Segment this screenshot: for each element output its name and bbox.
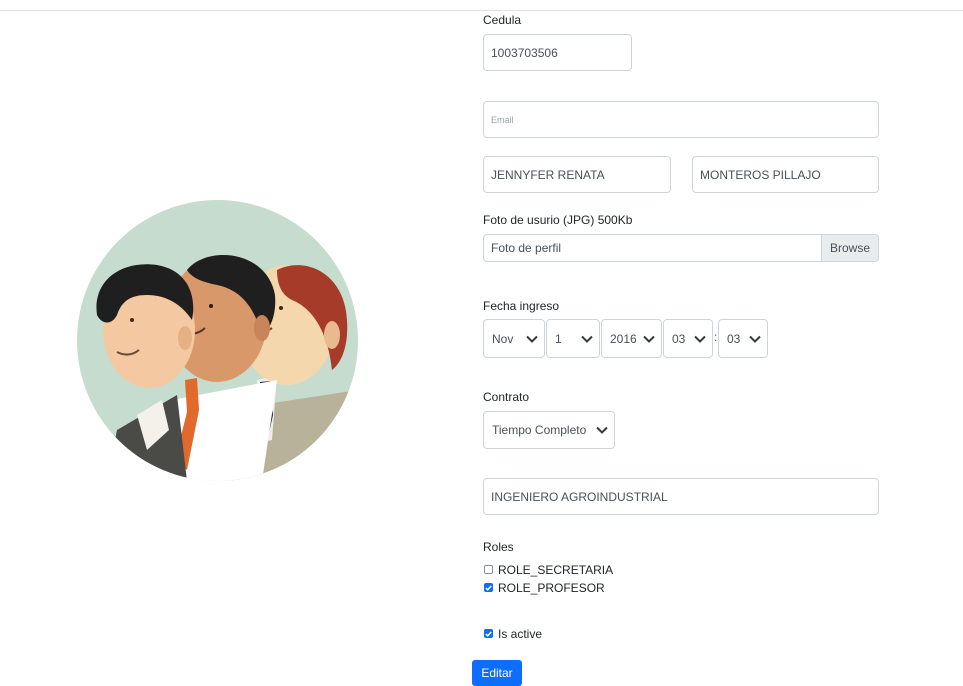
last-name-value: MONTEROS PILLAJO: [700, 167, 821, 182]
fecha-label: Fecha ingreso: [483, 299, 560, 313]
role-secretaria-checkbox[interactable]: [484, 565, 493, 574]
role-secretaria-label: ROLE_SECRETARIA: [498, 563, 614, 577]
check-icon: [485, 630, 492, 637]
browse-button[interactable]: Browse: [821, 235, 878, 261]
check-icon: [485, 584, 492, 591]
email-placeholder: Email: [491, 114, 514, 125]
year-select[interactable]: 2016: [601, 319, 662, 358]
hour-select[interactable]: 03: [663, 319, 713, 358]
month-select[interactable]: Nov: [483, 319, 545, 358]
active-label: Is active: [498, 627, 543, 641]
active-checkbox[interactable]: [484, 629, 493, 638]
header-divider: [0, 10, 963, 11]
chevron-down-icon: [526, 335, 538, 343]
titulo-input[interactable]: INGENIERO AGROINDUSTRIAL: [483, 478, 879, 515]
minute-value: 03: [727, 331, 741, 346]
last-name-input[interactable]: MONTEROS PILLAJO: [692, 156, 879, 193]
titulo-value: INGENIERO AGROINDUSTRIAL: [491, 489, 668, 504]
chevron-down-icon: [643, 335, 655, 343]
chevron-down-icon: [749, 335, 761, 343]
roles-label: Roles: [483, 540, 514, 554]
day-select[interactable]: 1: [546, 319, 600, 358]
year-value: 2016: [610, 331, 637, 346]
day-value: 1: [555, 331, 562, 346]
cedula-input[interactable]: 1003703506: [483, 34, 632, 71]
chevron-down-icon: [694, 335, 706, 343]
cedula-label: Cedula: [483, 13, 522, 27]
contrato-label: Contrato: [483, 390, 530, 404]
contrato-select[interactable]: Tiempo Completo: [483, 411, 615, 449]
first-name-value: JENNYFER RENATA: [491, 167, 605, 182]
contrato-value: Tiempo Completo: [492, 423, 587, 437]
editar-button[interactable]: Editar: [472, 660, 522, 686]
time-separator: :: [714, 330, 718, 344]
month-value: Nov: [492, 331, 514, 346]
cedula-value: 1003703506: [491, 45, 558, 60]
team-illustration: [77, 200, 358, 481]
chevron-down-icon: [596, 426, 608, 434]
first-name-input[interactable]: JENNYFER RENATA: [483, 156, 671, 193]
minute-select[interactable]: 03: [718, 319, 768, 358]
role-profesor-checkbox[interactable]: [484, 583, 493, 592]
photo-label: Foto de usurio (JPG) 500Kb: [483, 213, 633, 227]
photo-placeholder: Foto de perfil: [491, 241, 562, 255]
role-profesor-label: ROLE_PROFESOR: [498, 581, 605, 595]
photo-file-input[interactable]: Foto de perfil Browse: [483, 234, 879, 262]
hour-value: 03: [672, 331, 686, 346]
email-input[interactable]: Email: [483, 101, 879, 138]
chevron-down-icon: [581, 335, 593, 343]
